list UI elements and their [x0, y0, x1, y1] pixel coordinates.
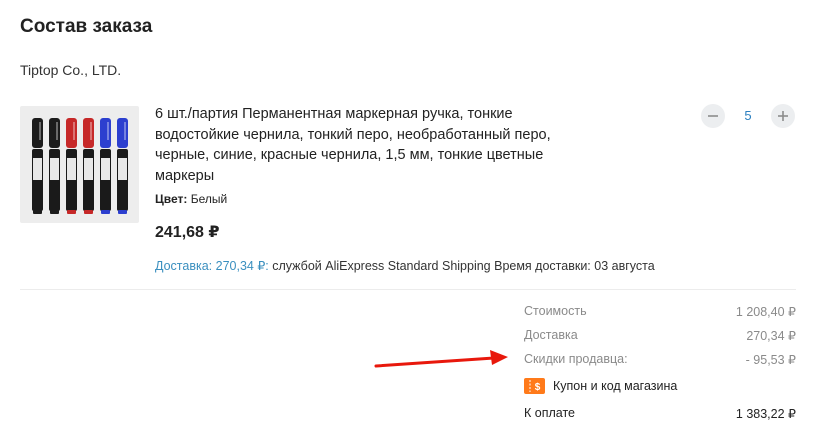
minus-icon: [708, 115, 718, 117]
marker-pen: [66, 118, 77, 214]
total-value: 1 383,22 ₽: [735, 407, 796, 421]
summary-value: 270,34 ₽: [746, 329, 796, 343]
color-label: Цвет:: [155, 192, 188, 206]
seller-name[interactable]: Tiptop Co., LTD.: [20, 62, 121, 78]
section-divider: [20, 289, 796, 290]
marker-pen: [100, 118, 111, 214]
coupon-label: Купон и код магазина: [553, 379, 678, 393]
plus-icon: [778, 111, 788, 121]
quantity-value[interactable]: 5: [735, 108, 761, 123]
summary-row-total: К оплате 1 383,22 ₽: [524, 406, 796, 421]
summary-value: 1 208,40 ₽: [735, 305, 796, 319]
summary-row-cost: Стоимость 1 208,40 ₽: [524, 304, 796, 319]
product-color: Цвет: Белый: [155, 192, 227, 206]
total-label: К оплате: [524, 406, 575, 420]
color-value: Белый: [190, 192, 228, 206]
summary-value: - 95,53 ₽: [745, 353, 796, 367]
page-title: Состав заказа: [20, 16, 153, 37]
quantity-stepper: 5: [701, 104, 795, 128]
marker-pen: [49, 118, 60, 214]
summary-label: Скидки продавца:: [524, 352, 628, 366]
delivery-link[interactable]: Доставка: 270,34 ₽:: [155, 259, 269, 273]
coupon-icon: $: [524, 378, 545, 394]
summary-row-delivery: Доставка 270,34 ₽: [524, 328, 796, 343]
summary-label: Стоимость: [524, 304, 587, 318]
summary-label: Доставка: [524, 328, 578, 342]
marker-pen: [117, 118, 128, 214]
product-image[interactable]: [20, 106, 139, 223]
decrease-quantity-button[interactable]: [701, 104, 725, 128]
svg-text:$: $: [535, 382, 541, 393]
delivery-text: службой AliExpress Standard Shipping Вре…: [272, 259, 655, 273]
delivery-info: Доставка: 270,34 ₽: службой AliExpress S…: [155, 258, 655, 273]
increase-quantity-button[interactable]: [771, 104, 795, 128]
coupon-button[interactable]: $ Купон и код магазина: [524, 378, 677, 394]
product-price: 241,68 ₽: [155, 224, 220, 241]
summary-row-seller-discount: Скидки продавца: - 95,53 ₽: [524, 352, 796, 367]
marker-pen: [83, 118, 94, 214]
markers-illustration: [32, 118, 128, 214]
marker-pen: [32, 118, 43, 214]
product-title: 6 шт./партия Перманентная маркерная ручк…: [155, 106, 551, 184]
